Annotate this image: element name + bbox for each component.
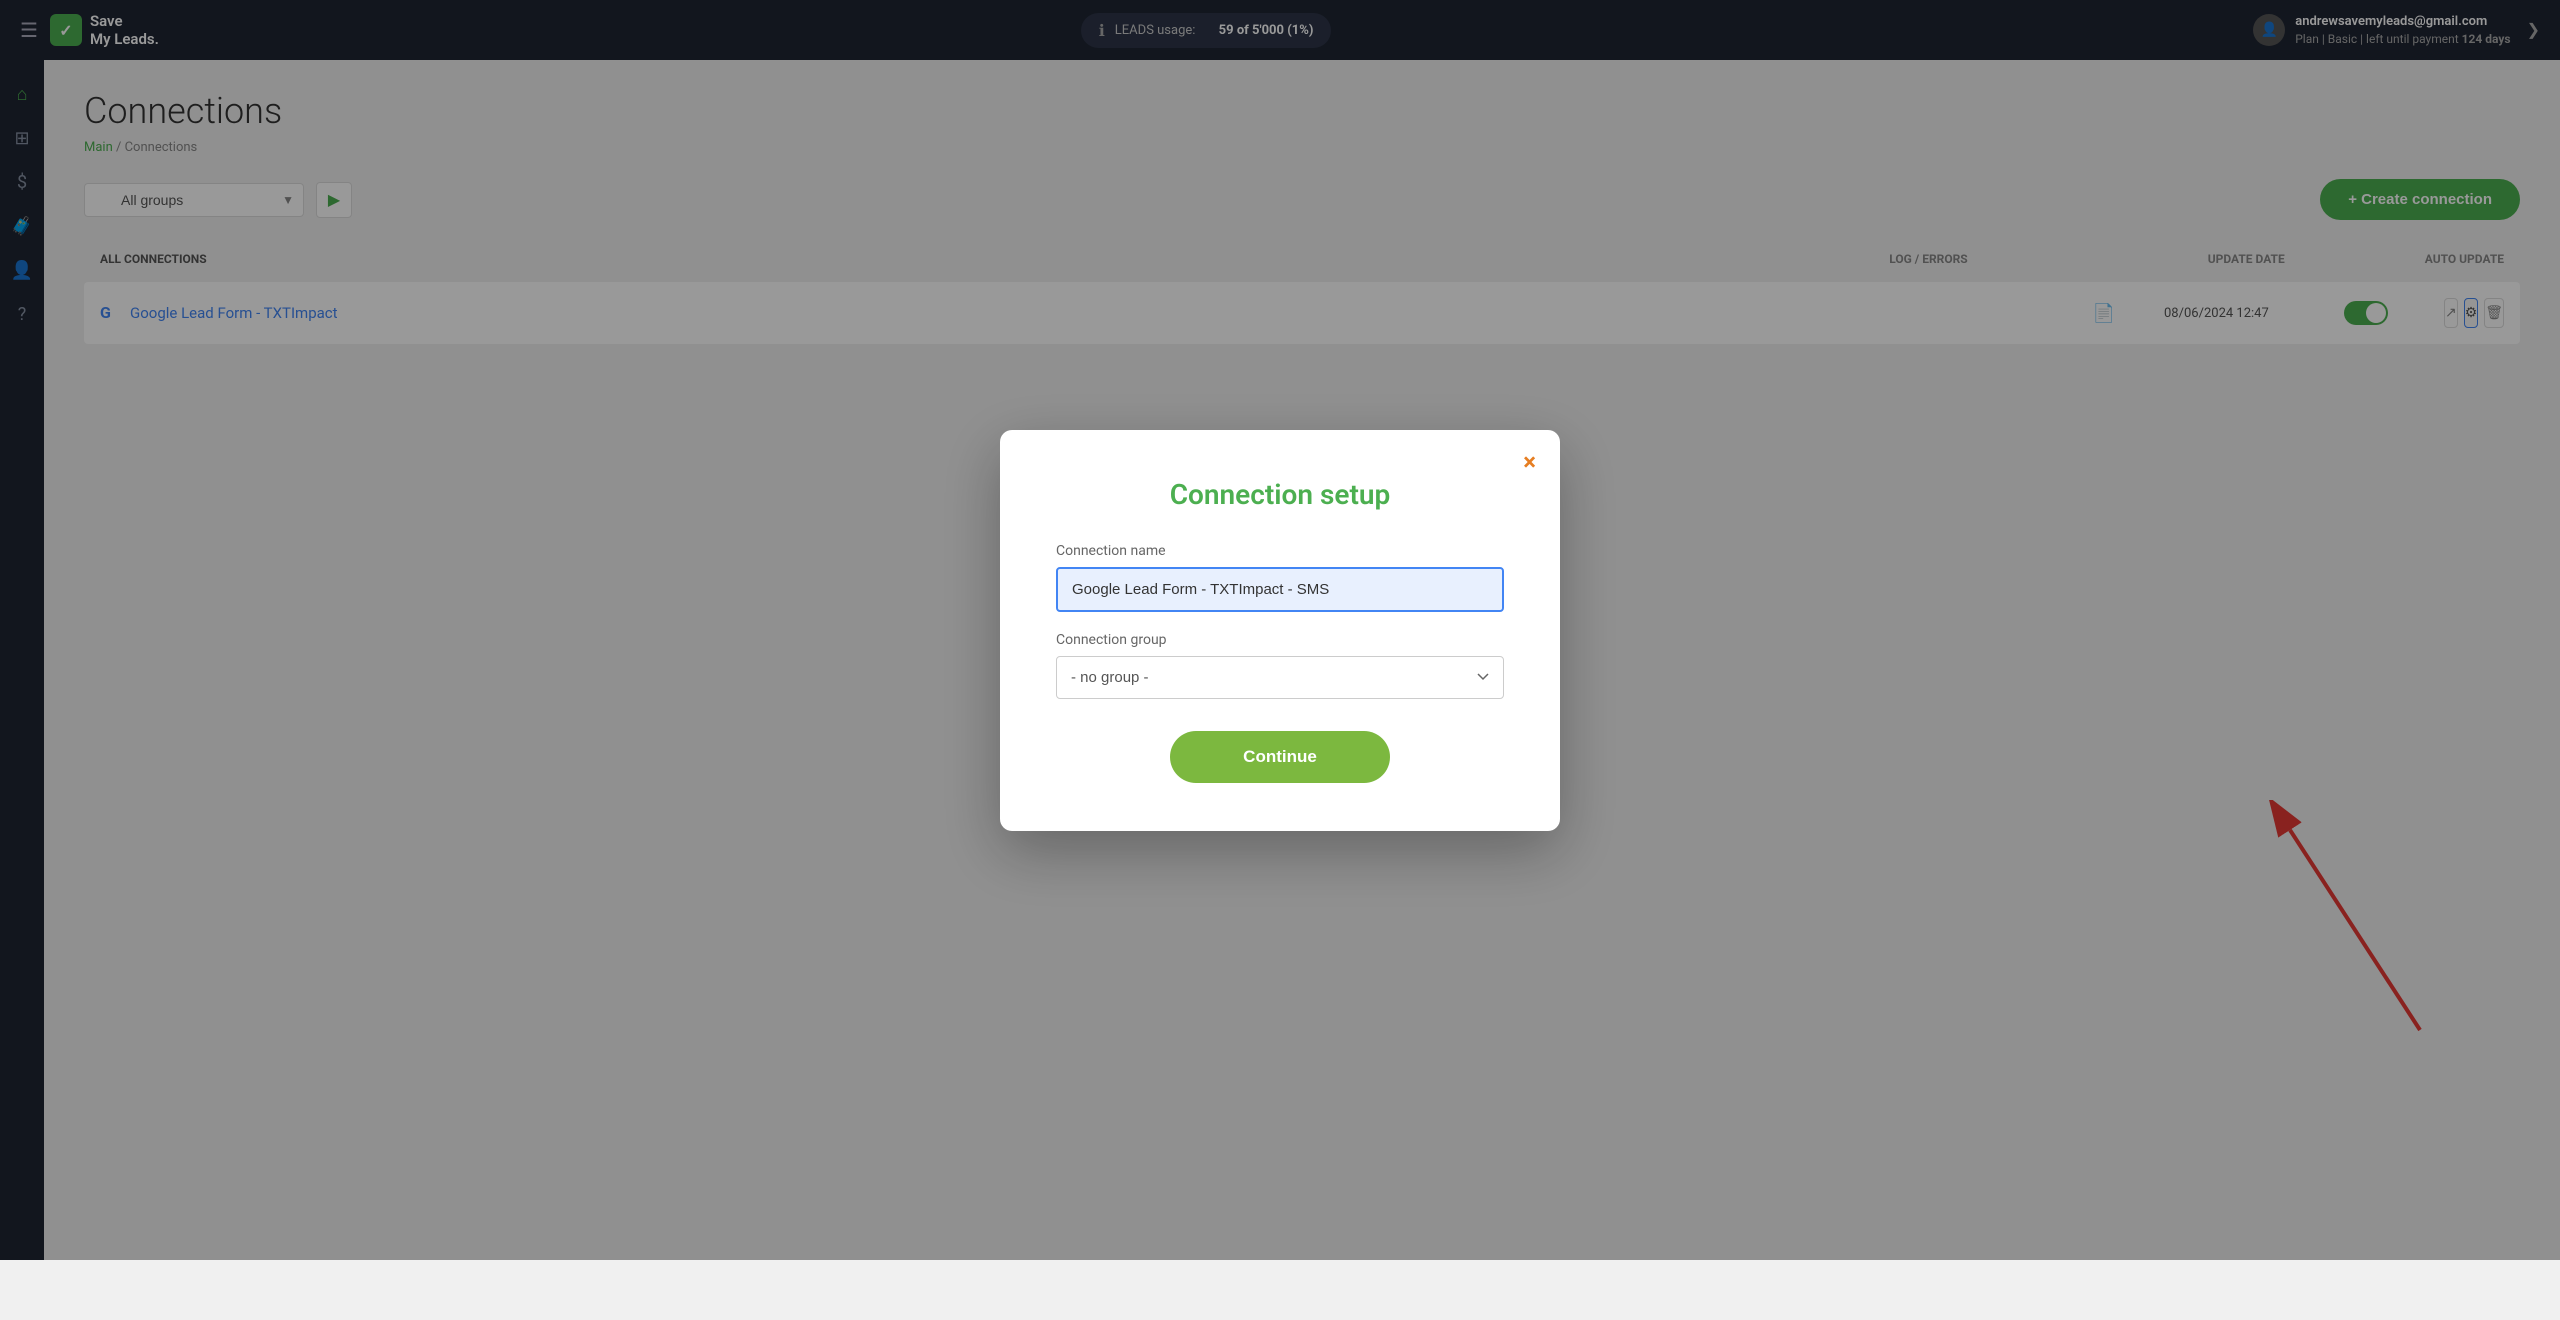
connection-group-select-wrap: - no group - Group 1 Group 2 [1056,656,1504,699]
connection-name-group: Connection name [1056,543,1504,612]
connection-name-label: Connection name [1056,543,1504,559]
connection-group-label: Connection group [1056,632,1504,648]
connection-group-group: Connection group - no group - Group 1 Gr… [1056,632,1504,699]
connection-setup-modal: × Connection setup Connection name Conne… [1000,430,1560,831]
modal-overlay[interactable]: × Connection setup Connection name Conne… [0,0,2560,1260]
modal-close-button[interactable]: × [1523,450,1536,474]
continue-button[interactable]: Continue [1170,731,1390,783]
connection-name-input[interactable] [1056,567,1504,612]
connection-group-select[interactable]: - no group - Group 1 Group 2 [1056,656,1504,699]
modal-title: Connection setup [1056,478,1504,511]
